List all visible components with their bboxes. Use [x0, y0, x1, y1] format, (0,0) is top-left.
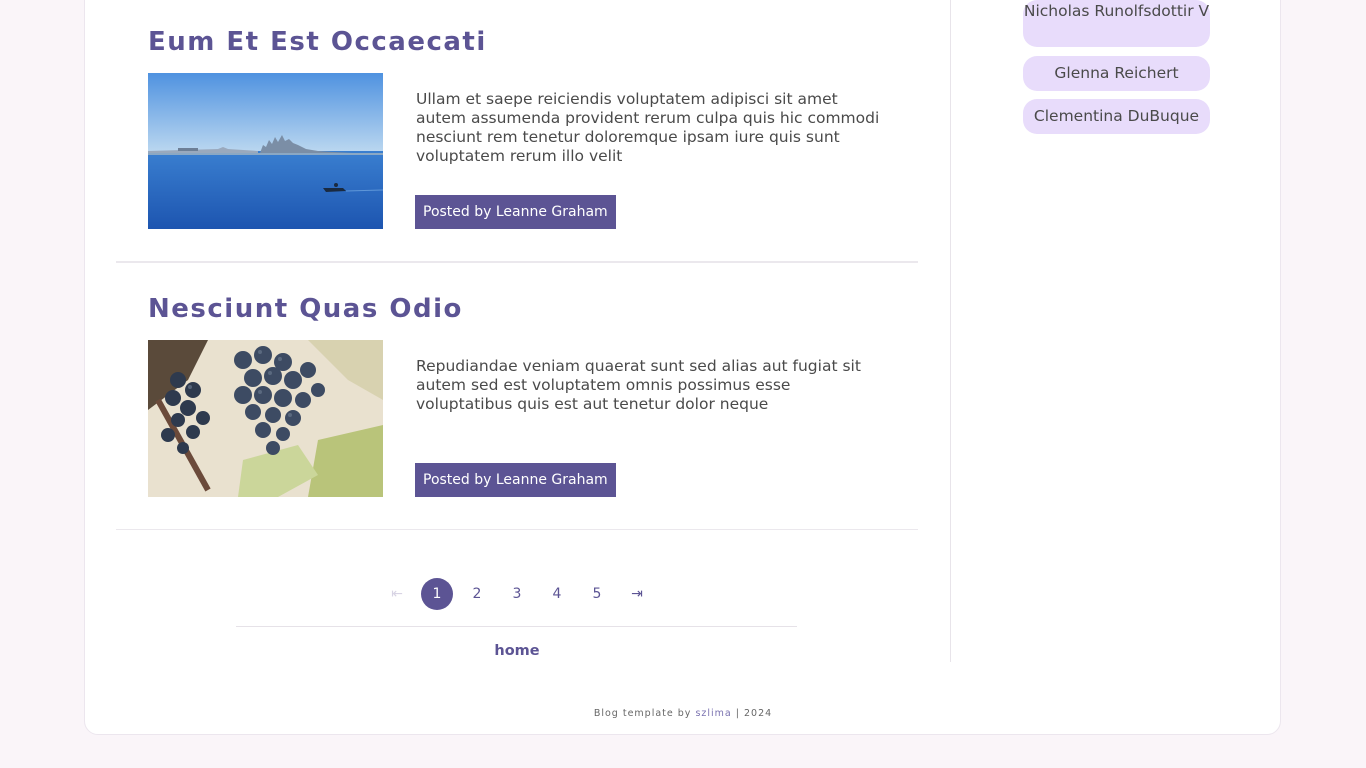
first-page-icon[interactable]: ⇤ — [381, 578, 413, 610]
post-title[interactable]: Eum Et Est Occaecati — [148, 29, 487, 55]
author-chip[interactable]: Clementina DuBuque — [1023, 99, 1210, 134]
credits-author-link[interactable]: szlima — [695, 708, 731, 719]
post-image-grapes[interactable] — [148, 340, 383, 497]
footer-divider — [236, 626, 797, 627]
author-chip[interactable]: Nicholas Runolfsdottir V — [1023, 0, 1210, 47]
page-3-button[interactable]: 3 — [501, 578, 533, 610]
page-5-button[interactable]: 5 — [581, 578, 613, 610]
posted-by-button[interactable]: Posted by Leanne Graham — [415, 195, 616, 229]
post-separator — [116, 261, 918, 263]
footer-credits: Blog template by szlima | 2024 — [0, 708, 1366, 719]
last-page-icon[interactable]: ⇥ — [621, 578, 653, 610]
bay-city-image — [148, 73, 383, 229]
post-title[interactable]: Nesciunt Quas Odio — [148, 296, 463, 322]
sidebar-divider — [950, 0, 951, 662]
page-2-button[interactable]: 2 — [461, 578, 493, 610]
credits-suffix: | 2024 — [731, 708, 773, 719]
post-excerpt: Repudiandae veniam quaerat sunt sed alia… — [416, 357, 861, 413]
post-separator — [116, 529, 918, 530]
posted-by-button[interactable]: Posted by Leanne Graham — [415, 463, 616, 497]
grapes-image — [148, 340, 383, 497]
post-excerpt: Ullam et saepe reiciendis voluptatem adi… — [416, 90, 880, 165]
home-link[interactable]: home — [0, 643, 1034, 659]
page-1-button[interactable]: 1 — [421, 578, 453, 610]
post-image-bay[interactable] — [148, 73, 383, 229]
credits-prefix: Blog template by — [593, 708, 696, 719]
page-4-button[interactable]: 4 — [541, 578, 573, 610]
author-chip[interactable]: Glenna Reichert — [1023, 56, 1210, 91]
